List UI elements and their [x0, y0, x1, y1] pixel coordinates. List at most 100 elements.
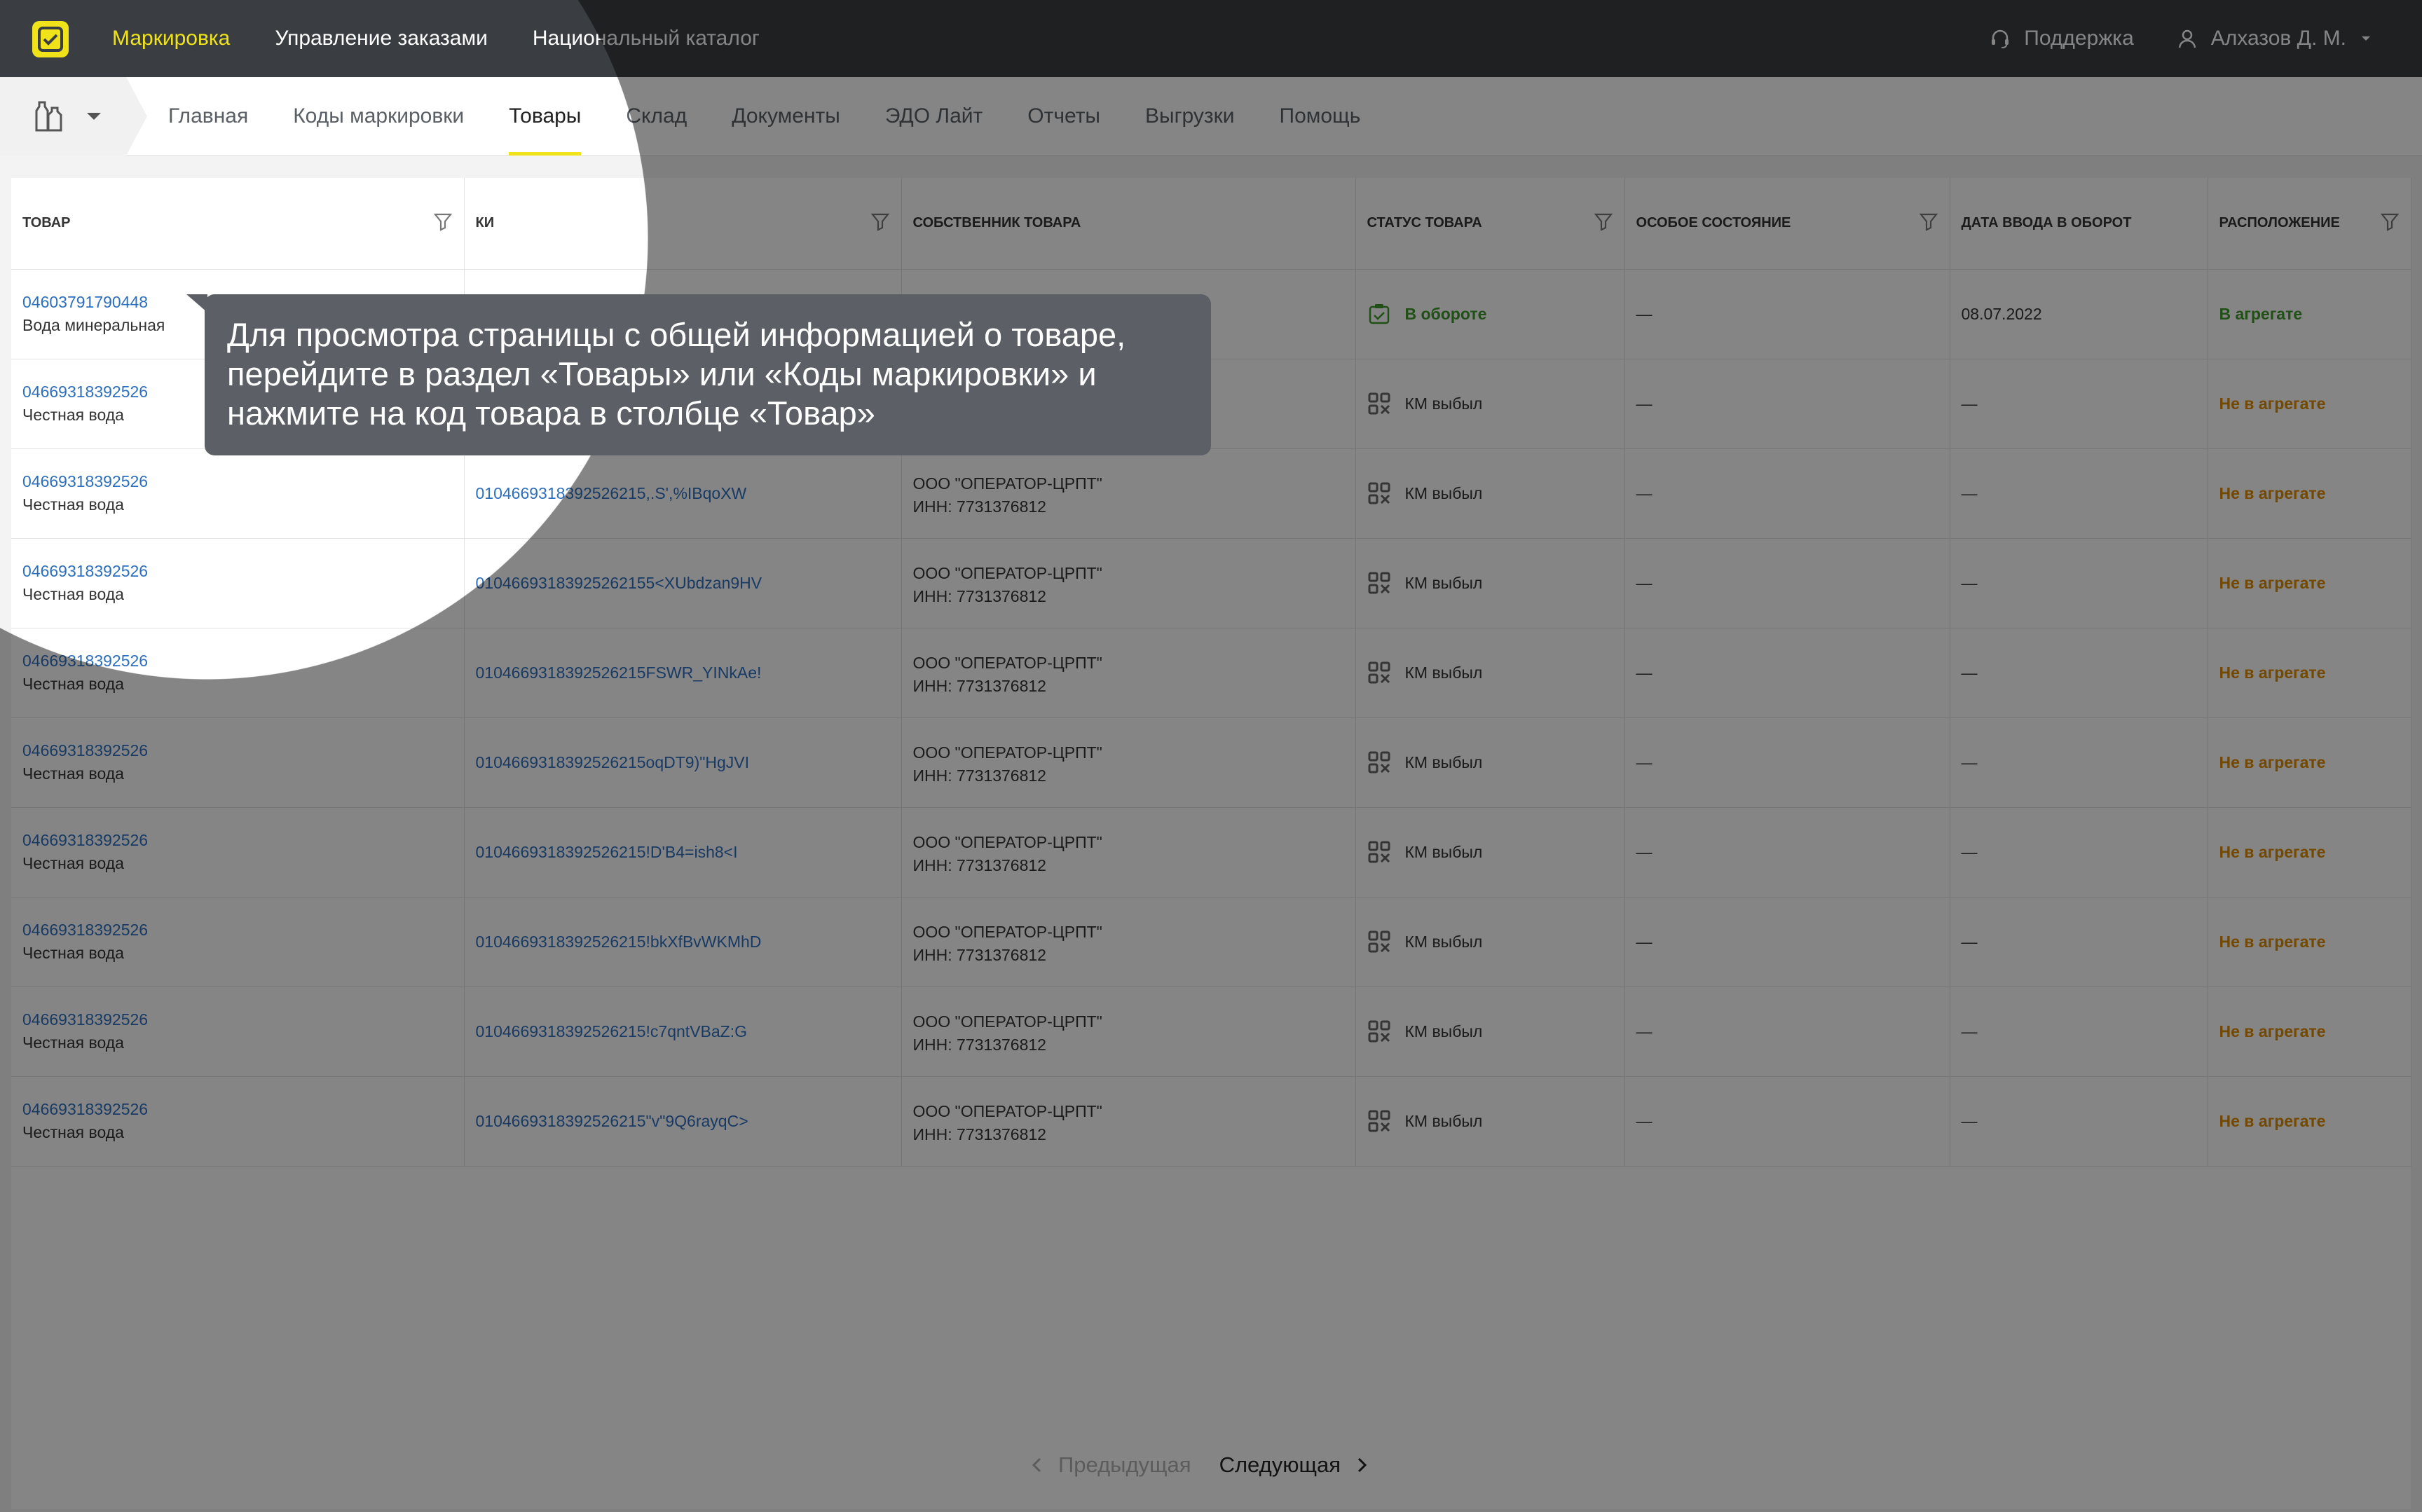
- owner-inn: ИНН: 7731376812: [912, 497, 1046, 516]
- cell-date: —: [1950, 448, 2208, 539]
- location-text: Не в агрегате: [2219, 752, 2326, 771]
- product-group-switcher[interactable]: [0, 77, 147, 156]
- goods-name: Честная вода: [22, 675, 124, 693]
- goods-code-link[interactable]: 04669318392526: [22, 472, 453, 491]
- owner-inn: ИНН: 7731376812: [912, 856, 1046, 874]
- tab-documents[interactable]: Документы: [732, 77, 840, 156]
- qr-x-icon: [1368, 392, 1390, 415]
- cell-date: —: [1950, 628, 2208, 718]
- prev-page-button[interactable]: Предыдущая: [1030, 1452, 1191, 1478]
- goods-name: Честная вода: [22, 1033, 124, 1052]
- user-name: Алхазов Д. М.: [2210, 27, 2346, 50]
- ki-link[interactable]: 0104669318392526215oqDT9)"HgJVI: [476, 753, 890, 772]
- cell-special-state: —: [1624, 448, 1950, 539]
- tab-home[interactable]: Главная: [168, 77, 248, 156]
- cell-goods: 04669318392526 Честная вода: [11, 897, 465, 987]
- tab-warehouse[interactable]: Склад: [626, 77, 687, 156]
- owner-name: ООО "ОПЕРАТОР-ЦРПТ": [912, 923, 1102, 941]
- cell-goods: 04669318392526 Честная вода: [11, 448, 465, 539]
- filter-icon[interactable]: [1594, 212, 1613, 235]
- prev-page-label: Предыдущая: [1058, 1452, 1191, 1477]
- tab-marking-codes[interactable]: Коды маркировки: [293, 77, 464, 156]
- filter-icon[interactable]: [433, 212, 453, 235]
- user-menu[interactable]: Алхазов Д. М.: [2176, 27, 2373, 50]
- status-text: В обороте: [1404, 304, 1487, 323]
- top-nav: Маркировка Управление заказами Националь…: [112, 0, 760, 77]
- barcode-check-icon: [1369, 304, 1389, 324]
- goods-code-link[interactable]: 04669318392526: [22, 1010, 453, 1029]
- tab-goods[interactable]: Товары: [509, 77, 582, 156]
- status-text: КМ выбыл: [1404, 842, 1483, 861]
- location-text: Не в агрегате: [2219, 1111, 2326, 1130]
- filter-icon[interactable]: [2380, 212, 2400, 235]
- support-label: Поддержка: [2024, 27, 2134, 50]
- goods-name: Честная вода: [22, 585, 124, 603]
- cell-ki: 0104669318392526215,.S',%IBqoXW: [464, 448, 902, 539]
- status-text: КМ выбыл: [1404, 752, 1483, 771]
- cell-date: —: [1950, 1076, 2208, 1167]
- ki-link[interactable]: 0104669318392526215!bkXfBvWKMhD: [476, 933, 890, 951]
- ki-link[interactable]: 0104669318392526215!c7qntVBaZ:G: [476, 1022, 890, 1041]
- table-row: 04669318392526 Честная вода 0104669318392…: [11, 807, 2411, 898]
- cell-status: КМ выбыл: [1355, 628, 1625, 718]
- cell-special-state: —: [1624, 269, 1950, 359]
- column-header-date: Дата ввода в оборот: [1950, 178, 2208, 270]
- ki-link[interactable]: 0104669318392526215,.S',%IBqoXW: [476, 484, 890, 503]
- tab-help[interactable]: Помощь: [1280, 77, 1361, 156]
- location-text: Не в агрегате: [2219, 483, 2326, 502]
- status-text: КМ выбыл: [1404, 573, 1483, 592]
- goods-code-link[interactable]: 04669318392526: [22, 562, 453, 581]
- location-text: Не в агрегате: [2219, 573, 2326, 592]
- top-nav-item-marking[interactable]: Маркировка: [112, 27, 230, 50]
- status-text: КМ выбыл: [1404, 1111, 1483, 1130]
- sub-nav: Главная Коды маркировки Товары Склад Док…: [0, 77, 2422, 156]
- cell-location: В агрегате: [2208, 269, 2411, 359]
- cell-owner: ООО "ОПЕРАТОР-ЦРПТ" ИНН: 7731376812: [901, 897, 1356, 987]
- table-row: 04669318392526 Честная вода 0104669318392…: [11, 1076, 2411, 1167]
- pagination: Предыдущая Следующая: [1030, 1448, 1369, 1483]
- tab-exports[interactable]: Выгрузки: [1145, 77, 1235, 156]
- column-header-location: Расположение: [2208, 178, 2411, 270]
- cell-owner: ООО "ОПЕРАТОР-ЦРПТ" ИНН: 7731376812: [901, 807, 1356, 898]
- goods-code-link[interactable]: 04669318392526: [22, 741, 453, 760]
- user-icon: [2178, 29, 2196, 48]
- cell-special-state: —: [1624, 628, 1950, 718]
- top-nav-item-catalog[interactable]: Национальный каталог: [533, 27, 760, 50]
- table-row: 04669318392526 Честная вода 0104669318392…: [11, 717, 2411, 808]
- column-header-owner: Собственник товара: [901, 178, 1356, 270]
- cell-status: В обороте: [1355, 269, 1625, 359]
- goods-code-link[interactable]: 04669318392526: [22, 921, 453, 940]
- cell-ki: 01046693183925262155<XUbdzan9HV: [464, 538, 902, 628]
- tab-reports[interactable]: Отчеты: [1027, 77, 1100, 156]
- goods-code-link[interactable]: 04669318392526: [22, 652, 453, 671]
- cell-goods: 04669318392526 Честная вода: [11, 987, 465, 1077]
- goods-code-link[interactable]: 04669318392526: [22, 831, 453, 850]
- cell-status: КМ выбыл: [1355, 987, 1625, 1077]
- goods-name: Честная вода: [22, 764, 124, 783]
- support-link[interactable]: Поддержка: [1989, 27, 2134, 50]
- filter-icon[interactable]: [1919, 212, 1938, 235]
- ki-link[interactable]: 0104669318392526215!D'B4=ish8<I: [476, 843, 890, 862]
- logo-icon[interactable]: [32, 21, 69, 57]
- location-text: Не в агрегате: [2219, 932, 2326, 951]
- ki-link[interactable]: 0104669318392526215FSWR_YINkAe!: [476, 664, 890, 682]
- ki-link[interactable]: 01046693183925262155<XUbdzan9HV: [476, 574, 890, 593]
- cell-status: КМ выбыл: [1355, 807, 1625, 898]
- ki-link[interactable]: 0104669318392526215"v"9Q6rayqC>: [476, 1112, 890, 1131]
- next-page-label: Следующая: [1219, 1452, 1341, 1477]
- chevron-down-icon: [87, 113, 101, 120]
- qr-x-icon: [1368, 572, 1390, 594]
- cell-date: —: [1950, 807, 2208, 898]
- filter-icon[interactable]: [870, 212, 890, 235]
- next-page-button[interactable]: Следующая: [1219, 1452, 1369, 1478]
- column-header-ki: КИ: [464, 178, 902, 270]
- goods-code-link[interactable]: 04669318392526: [22, 1100, 453, 1119]
- status-text: КМ выбыл: [1404, 394, 1483, 413]
- tab-edo-lite[interactable]: ЭДО Лайт: [885, 77, 983, 156]
- sub-tabs: Главная Коды маркировки Товары Склад Док…: [168, 77, 1360, 156]
- top-nav-item-orders[interactable]: Управление заказами: [275, 27, 488, 50]
- cell-location: Не в агрегате: [2208, 1076, 2411, 1167]
- location-text: Не в агрегате: [2219, 1022, 2326, 1040]
- cell-status: КМ выбыл: [1355, 538, 1625, 628]
- cell-goods: 04669318392526 Честная вода: [11, 807, 465, 898]
